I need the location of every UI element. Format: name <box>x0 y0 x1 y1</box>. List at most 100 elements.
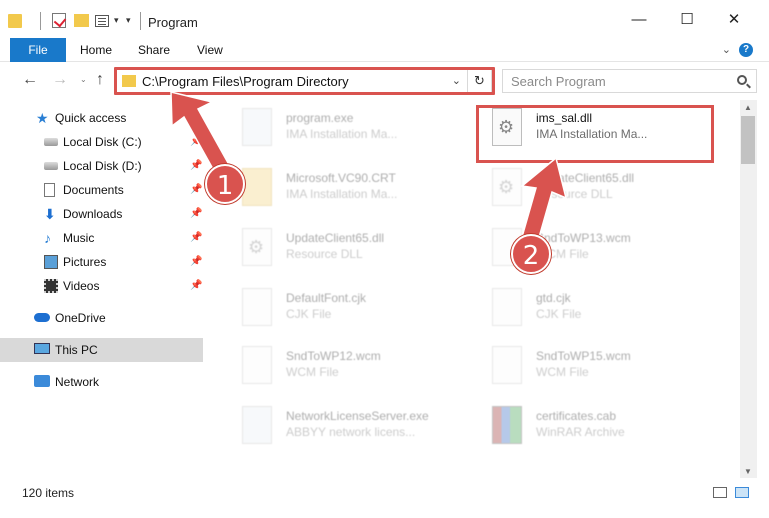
file-item[interactable]: UpdateClient65.dll Resource DLL <box>222 222 460 272</box>
sidebar-item-local-disk-c[interactable]: Local Disk (C:) 📌 <box>0 130 203 154</box>
file-type: IMA Installation Ma... <box>286 127 398 141</box>
vertical-scrollbar[interactable]: ▲ ▼ <box>740 100 757 478</box>
tab-home[interactable]: Home <box>66 38 126 62</box>
pin-icon[interactable]: 📌 <box>190 160 202 171</box>
pin-icon[interactable]: 📌 <box>190 184 202 195</box>
sidebar-item-label: Documents <box>63 183 124 197</box>
videos-icon <box>44 279 58 293</box>
sidebar-item-local-disk-d[interactable]: Local Disk (D:) 📌 <box>0 154 203 178</box>
ribbon-tabs: File Home Share View ⌄ ? <box>0 38 769 62</box>
file-item[interactable]: certificates.cab WinRAR Archive <box>472 400 710 450</box>
sidebar-item-network[interactable]: Network <box>0 370 203 394</box>
file-item[interactable]: SndToWP12.wcm WCM File <box>222 340 460 390</box>
tab-view[interactable]: View <box>183 38 237 62</box>
sidebar-item-this-pc[interactable]: This PC <box>0 338 203 362</box>
file-item[interactable]: SndToWP13.wcm WCM File <box>472 222 710 272</box>
navigation-pane: ★ Quick access Local Disk (C:) 📌 Local D… <box>0 100 210 478</box>
customize-toolbar-icon[interactable]: ▾ <box>126 15 131 26</box>
scroll-down-icon[interactable]: ▼ <box>744 467 752 476</box>
folder-icon <box>8 14 22 28</box>
expand-ribbon-icon[interactable]: ⌄ <box>722 43 731 56</box>
address-path[interactable]: C:\Program Files\Program Directory <box>142 74 349 89</box>
quick-access-dropdown-icon[interactable]: ▾ <box>114 15 119 26</box>
tab-share[interactable]: Share <box>124 38 184 62</box>
sidebar-item-label: Local Disk (D:) <box>63 159 142 173</box>
back-button[interactable]: ← <box>22 71 38 89</box>
sidebar-item-label: Videos <box>63 279 100 293</box>
navigation-bar: ← → ⌄ ↑ C:\Program Files\Program Directo… <box>0 62 769 100</box>
dll-gear-icon <box>492 168 522 206</box>
file-type: ABBYY network licens... <box>286 425 416 439</box>
maximize-button[interactable]: ☐ <box>672 7 702 31</box>
help-icon[interactable]: ? <box>739 43 753 57</box>
sidebar-item-onedrive[interactable]: OneDrive <box>0 306 203 330</box>
file-name: UpdateClient65.dll <box>536 171 635 185</box>
sidebar-item-videos[interactable]: Videos 📌 <box>0 274 203 298</box>
sidebar-item-label: Local Disk (C:) <box>63 135 142 149</box>
address-bar[interactable]: C:\Program Files\Program Directory ⌄ ↻ <box>116 69 492 93</box>
title-bar: ▾ ▾ Program — ☐ ✕ <box>0 0 769 38</box>
properties-check-icon[interactable] <box>52 13 66 28</box>
separator <box>140 12 141 30</box>
folder-icon <box>242 168 272 206</box>
sidebar-item-label: Quick access <box>55 111 127 125</box>
network-icon <box>34 375 50 387</box>
document-icon <box>44 183 55 197</box>
forward-button[interactable]: → <box>52 71 68 89</box>
exe-file-icon <box>242 108 272 146</box>
pin-icon[interactable]: 📌 <box>190 136 202 147</box>
close-button[interactable]: ✕ <box>719 7 749 31</box>
recent-locations-icon[interactable]: ⌄ <box>80 75 87 84</box>
window-title: Program <box>148 15 198 30</box>
pictures-icon <box>44 255 58 269</box>
refresh-button[interactable]: ↻ <box>467 70 491 92</box>
quick-access-properties-icon[interactable] <box>95 15 109 27</box>
winrar-archive-icon <box>492 406 522 444</box>
new-folder-icon[interactable] <box>74 14 89 27</box>
details-view-icon[interactable] <box>713 487 727 498</box>
scrollbar-thumb[interactable] <box>741 116 755 164</box>
sidebar-item-downloads[interactable]: ⬇ Downloads 📌 <box>0 202 203 226</box>
pin-icon[interactable]: 📌 <box>190 280 202 291</box>
file-icon <box>242 346 272 384</box>
file-type: IMA Installation Ma... <box>536 127 648 141</box>
scroll-up-icon[interactable]: ▲ <box>744 103 752 112</box>
file-item[interactable]: UpdateClient65.dll Resource DLL <box>472 162 710 212</box>
file-item[interactable]: SndToWP15.wcm WCM File <box>472 340 710 390</box>
large-icons-view-icon[interactable] <box>735 487 749 498</box>
pin-icon[interactable]: 📌 <box>190 256 202 267</box>
file-type: WCM File <box>536 365 589 379</box>
sidebar-item-pictures[interactable]: Pictures 📌 <box>0 250 203 274</box>
file-item[interactable]: Microsoft.VC90.CRT IMA Installation Ma..… <box>222 162 460 212</box>
file-type: CJK File <box>536 307 582 321</box>
file-type: Resource DLL <box>536 187 613 201</box>
status-bar: 120 items <box>0 478 769 518</box>
pin-icon[interactable]: 📌 <box>190 232 202 243</box>
sidebar-item-documents[interactable]: Documents 📌 <box>0 178 203 202</box>
up-button[interactable]: ↑ <box>96 71 104 89</box>
search-icon[interactable] <box>737 75 747 85</box>
search-input[interactable]: Search Program <box>502 69 757 93</box>
address-dropdown-icon[interactable]: ⌄ <box>452 74 461 87</box>
file-item[interactable]: DefaultFont.cjk CJK File <box>222 282 460 332</box>
step-1-badge: 1 <box>205 164 245 204</box>
folder-icon <box>122 75 136 87</box>
disk-icon <box>44 138 58 146</box>
exe-file-icon <box>242 406 272 444</box>
file-name: Microsoft.VC90.CRT <box>286 171 396 185</box>
file-item-ims-sal-dll[interactable]: ims_sal.dll IMA Installation Ma... <box>472 102 710 152</box>
minimize-button[interactable]: — <box>624 7 654 31</box>
step-2-badge: 2 <box>511 234 551 274</box>
sidebar-item-quick-access[interactable]: ★ Quick access <box>0 106 203 130</box>
file-item[interactable]: gtd.cjk CJK File <box>472 282 710 332</box>
file-item[interactable]: NetworkLicenseServer.exe ABBYY network l… <box>222 400 460 450</box>
tab-file[interactable]: File <box>10 38 66 62</box>
pin-icon[interactable]: 📌 <box>190 208 202 219</box>
file-type: WCM File <box>286 365 339 379</box>
file-type: Resource DLL <box>286 247 363 261</box>
file-item[interactable]: program.exe IMA Installation Ma... <box>222 102 460 152</box>
file-name: NetworkLicenseServer.exe <box>286 409 429 423</box>
file-name: UpdateClient65.dll <box>286 231 385 245</box>
sidebar-item-music[interactable]: ♪ Music 📌 <box>0 226 203 250</box>
file-name: SndToWP13.wcm <box>536 231 631 245</box>
